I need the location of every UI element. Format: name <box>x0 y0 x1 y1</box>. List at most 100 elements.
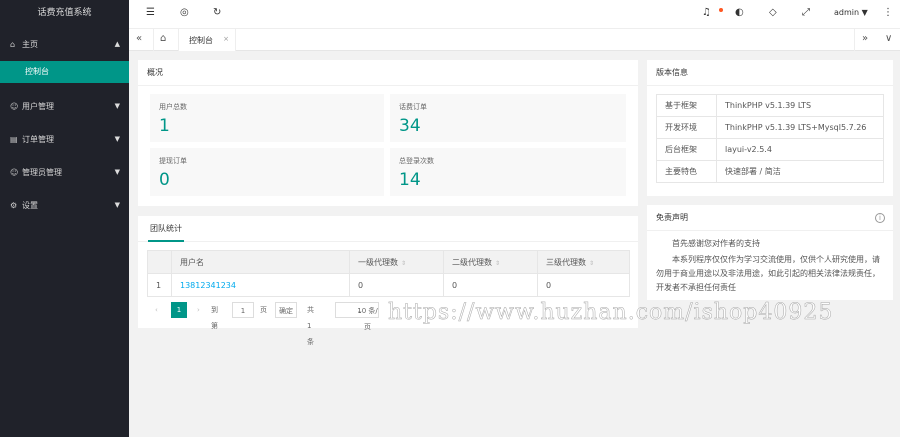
stat-label: 总登录次数 <box>399 157 434 165</box>
sort-icon[interactable]: ⇕ <box>495 260 500 267</box>
card-title: 免责声明 <box>647 205 893 231</box>
table-row: 开发环境 ThinkPHP v5.1.39 LTS+Mysql5.7.26 <box>656 116 884 139</box>
user-menu[interactable]: admin ▼ <box>834 8 868 17</box>
stat-phone-orders: 话费订单 34 <box>390 94 626 142</box>
bell-icon[interactable]: ♫ <box>702 7 711 18</box>
home-icon[interactable]: ⌂ <box>160 33 166 44</box>
sidebar-item-label: 订单管理 <box>22 135 54 144</box>
row-index: 1 <box>147 273 172 297</box>
stat-value: 1 <box>159 116 170 136</box>
tag-icon[interactable]: ◇ <box>769 7 777 18</box>
disclaimer-paragraph: 本系列程序仅仅作为学习交流使用，仅供个人研究使用，请勿用于商业用途以及非法用途，… <box>656 255 880 292</box>
page-unit: 页 <box>260 306 267 314</box>
tab-team-stats[interactable]: 团队统计 <box>148 216 184 242</box>
sidebar: 话费充值系统 ⌂ 主页 ▲ 控制台 ☺ 用户管理 ▼ ▤ 订单管理 ▼ ☺ 管理员管理 … <box>0 0 129 437</box>
more-icon[interactable]: ⋮ <box>883 7 893 18</box>
info-icon[interactable]: i <box>875 213 885 223</box>
disclaimer-text: 首先感谢您对作者的支持 本系列程序仅仅作为学习交流使用，仅供个人研究使用，请勿用… <box>656 237 884 297</box>
sidebar-item-label: 用户管理 <box>22 102 54 111</box>
confirm-button[interactable]: 确定 <box>275 302 297 318</box>
tab-console[interactable]: 控制台 × <box>178 29 236 51</box>
admin-icon: ☺ <box>10 168 19 177</box>
divider <box>153 29 154 51</box>
stat-label: 话费订单 <box>399 103 427 111</box>
sidebar-item-admins[interactable]: ☺ 管理员管理 ▼ <box>0 156 129 189</box>
sort-icon[interactable]: ⇕ <box>401 260 406 267</box>
version-card: 版本信息 基于框架 ThinkPHP v5.1.39 LTS 开发环境 ThinkP… <box>647 60 893 196</box>
fullscreen-icon[interactable]: ⤢ <box>802 7 810 18</box>
tab-bar: « ⌂ 控制台 × » ∨ <box>129 29 900 51</box>
chevron-down-icon: ⌄ <box>357 307 363 315</box>
column-level2[interactable]: 二级代理数 ⇕ <box>443 250 538 274</box>
card-head: 团队统计 <box>138 216 638 242</box>
gear-icon: ⚙ <box>10 201 18 210</box>
table-row: 主要特色 快速部署 / 简洁 <box>656 160 884 183</box>
stat-withdraw-orders: 提现订单 0 <box>150 148 384 196</box>
total-count: 共 1 条 <box>307 306 314 346</box>
table-row: 基于框架 ThinkPHP v5.1.39 LTS <box>656 94 884 117</box>
column-username[interactable]: 用户名 <box>171 250 350 274</box>
overview-card: 概况 用户总数 1 话费订单 34 提现订单 0 总登录次数 14 <box>138 60 638 206</box>
card-title: 版本信息 <box>647 60 893 86</box>
sidebar-item-label: 主页 <box>22 40 38 49</box>
app-title: 话费充值系统 <box>37 8 92 18</box>
user-icon: ☺ <box>10 102 19 111</box>
chevron-down-icon: ▼ <box>114 168 120 176</box>
level1-count: 0 <box>349 273 444 297</box>
version-key: 基于框架 <box>656 94 717 117</box>
version-key: 后台框架 <box>656 138 717 161</box>
stat-value: 14 <box>399 170 421 190</box>
level3-count: 0 <box>537 273 630 297</box>
disclaimer-paragraph: 首先感谢您对作者的支持 <box>672 239 760 248</box>
version-key: 主要特色 <box>656 160 717 183</box>
chevron-down-icon: ▼ <box>861 8 868 17</box>
per-page-select[interactable]: 10 条/页 ⌄ <box>335 302 379 331</box>
username-link[interactable]: 13812341234 <box>171 273 350 297</box>
team-table: 用户名 一级代理数 ⇕ 二级代理数 ⇕ 三级代理数 ⇕ 1 13812341234 0… <box>147 250 630 297</box>
version-key: 开发环境 <box>656 116 717 139</box>
chevron-up-icon: ▲ <box>114 40 120 48</box>
table-header: 用户名 一级代理数 ⇕ 二级代理数 ⇕ 三级代理数 ⇕ <box>147 250 630 274</box>
sidebar-item-orders[interactable]: ▤ 订单管理 ▼ <box>0 123 129 156</box>
prev-page-button[interactable]: ‹ <box>155 302 158 318</box>
stat-label: 提现订单 <box>159 157 187 165</box>
watermark: https://www.huzhan.com/ishop40925 <box>388 300 834 326</box>
chevron-down-icon[interactable]: ∨ <box>885 33 892 44</box>
goto-label: 到第 <box>211 306 218 330</box>
version-value: ThinkPHP v5.1.39 LTS <box>716 94 884 117</box>
theme-icon[interactable]: ◐ <box>735 7 744 18</box>
home-icon: ⌂ <box>10 40 16 49</box>
chevron-down-icon: ▼ <box>114 201 120 209</box>
username: admin <box>834 8 860 17</box>
sidebar-item-label: 设置 <box>22 201 38 210</box>
order-icon: ▤ <box>10 135 18 144</box>
sidebar-item-users[interactable]: ☺ 用户管理 ▼ <box>0 90 129 123</box>
sort-icon[interactable]: ⇕ <box>589 260 594 267</box>
column-level3[interactable]: 三级代理数 ⇕ <box>537 250 630 274</box>
stat-users: 用户总数 1 <box>150 94 384 142</box>
column-level1[interactable]: 一级代理数 ⇕ <box>349 250 444 274</box>
divider <box>854 29 855 51</box>
disclaimer-card: 免责声明 i 首先感谢您对作者的支持 本系列程序仅仅作为学习交流使用，仅供个人研… <box>647 205 893 300</box>
sidebar-item-home[interactable]: ⌂ 主页 ▲ <box>0 28 129 61</box>
stat-label: 用户总数 <box>159 103 187 111</box>
next-page-button[interactable]: › <box>197 302 200 318</box>
page-input[interactable]: 1 <box>232 302 254 318</box>
refresh-icon[interactable]: ↻ <box>213 7 221 18</box>
globe-icon[interactable]: ◎ <box>180 7 189 18</box>
tabs-prev-icon[interactable]: « <box>136 33 142 44</box>
notification-badge <box>719 8 723 12</box>
card-title: 概况 <box>138 60 638 86</box>
tabs-next-icon[interactable]: » <box>862 33 868 44</box>
level2-count: 0 <box>443 273 538 297</box>
page-1-button[interactable]: 1 <box>171 302 187 318</box>
sidebar-item-label: 管理员管理 <box>22 168 62 177</box>
chevron-down-icon: ▼ <box>114 102 120 110</box>
stat-logins: 总登录次数 14 <box>390 148 626 196</box>
sidebar-item-console[interactable]: 控制台 <box>0 61 129 83</box>
close-icon[interactable]: × <box>223 35 229 43</box>
top-header: ☰ ◎ ↻ ♫ ◐ ◇ ⤢ admin ▼ ⋮ <box>129 0 900 29</box>
version-value: layui-v2.5.4 <box>716 138 884 161</box>
sidebar-item-settings[interactable]: ⚙ 设置 ▼ <box>0 189 129 222</box>
menu-fold-icon[interactable]: ☰ <box>146 7 155 18</box>
